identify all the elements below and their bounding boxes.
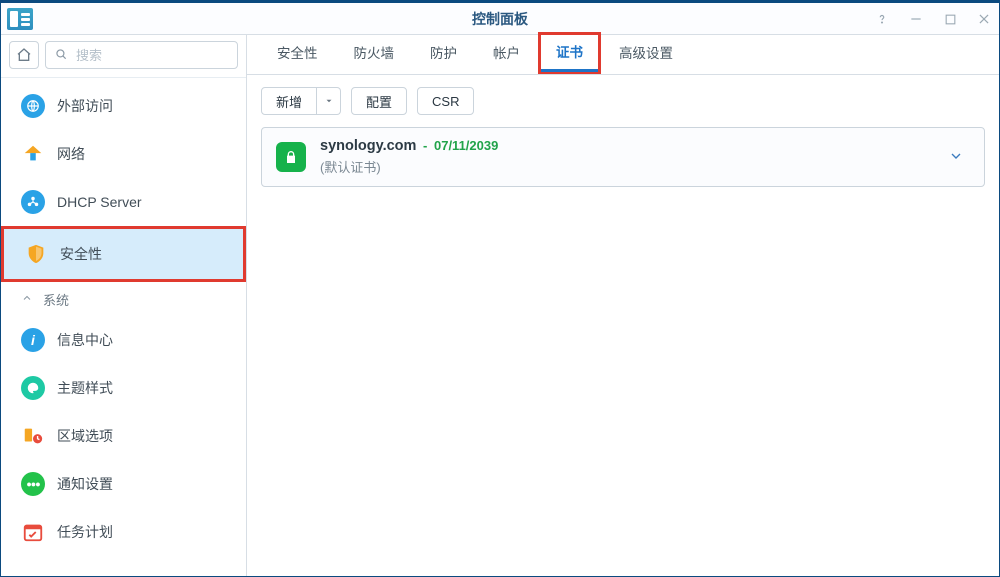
close-button[interactable] [975,10,993,28]
sidebar-item-label: 网络 [57,144,85,164]
sidebar-item-label: 通知设置 [57,474,113,494]
certificate-row[interactable]: synology.com - 07/11/2039 (默认证书) [261,127,985,187]
globe-icon [21,94,45,118]
tab-certificate[interactable]: 证书 [538,32,601,74]
toolbar: 新增 配置 CSR [247,75,999,127]
tab-account[interactable]: 帐户 [475,34,538,74]
sidebar-group-system[interactable]: 系统 [1,282,246,316]
window-controls [873,3,993,35]
sidebar-group-label: 系统 [43,290,69,309]
chat-icon: ●●● [21,472,45,496]
search-icon [54,47,68,64]
help-button[interactable] [873,10,891,28]
content-area: 安全性 防火墙 防护 帐户 证书 高级设置 新增 配置 CSR [247,35,999,576]
sidebar-nav: 外部访问 网络 DHCP Server 安全性 [1,78,246,576]
titlebar: 控制面板 [1,3,999,35]
sidebar-item-dhcp[interactable]: DHCP Server [1,178,246,226]
certificate-text: synology.com - 07/11/2039 (默认证书) [320,138,928,176]
network-icon [21,142,45,166]
expand-button[interactable] [942,142,970,173]
home-button[interactable] [9,41,39,69]
sidebar-item-region[interactable]: 区域选项 [1,412,246,460]
dhcp-icon [21,190,45,214]
maximize-button[interactable] [941,10,959,28]
window-title: 控制面板 [1,9,999,29]
sidebar-item-label: 主题样式 [57,378,113,398]
tabs: 安全性 防火墙 防护 帐户 证书 高级设置 [247,35,999,75]
certificate-domain: synology.com [320,138,416,154]
sidebar: 外部访问 网络 DHCP Server 安全性 [1,35,247,576]
sidebar-item-label: DHCP Server [57,194,142,210]
sidebar-item-label: 外部访问 [57,96,113,116]
csr-button[interactable]: CSR [417,87,474,115]
sidebar-item-notification[interactable]: ●●● 通知设置 [1,460,246,508]
certificate-expiry: 07/11/2039 [434,138,498,153]
sidebar-item-theme[interactable]: 主题样式 [1,364,246,412]
shield-icon [24,242,48,266]
info-icon: i [21,328,45,352]
search-field[interactable] [45,41,238,69]
tab-firewall[interactable]: 防火墙 [336,34,413,74]
sidebar-item-external-access[interactable]: 外部访问 [1,82,246,130]
region-icon [21,424,45,448]
certificate-subtitle: (默认证书) [320,157,928,176]
certificate-list: synology.com - 07/11/2039 (默认证书) [247,127,999,187]
tab-security[interactable]: 安全性 [259,34,336,74]
app-icon [7,8,33,30]
sidebar-item-label: 信息中心 [57,330,113,350]
sidebar-item-label: 区域选项 [57,426,113,446]
add-dropdown-caret[interactable] [317,87,341,115]
tab-protection[interactable]: 防护 [412,34,475,74]
search-input[interactable] [74,47,229,64]
add-button[interactable]: 新增 [261,87,317,115]
configure-button[interactable]: 配置 [351,87,407,115]
sidebar-item-task-scheduler[interactable]: 任务计划 [1,508,246,556]
lock-icon [276,142,306,172]
palette-icon [21,376,45,400]
sidebar-item-label: 安全性 [60,244,102,264]
chevron-up-icon [21,292,33,307]
tab-advanced[interactable]: 高级设置 [601,34,691,74]
sidebar-item-label: 任务计划 [57,522,113,542]
sidebar-item-info-center[interactable]: i 信息中心 [1,316,246,364]
sidebar-item-network[interactable]: 网络 [1,130,246,178]
calendar-icon [21,520,45,544]
add-split-button: 新增 [261,87,341,115]
sidebar-item-security[interactable]: 安全性 [1,226,246,282]
minimize-button[interactable] [907,10,925,28]
certificate-sep: - [419,138,431,153]
